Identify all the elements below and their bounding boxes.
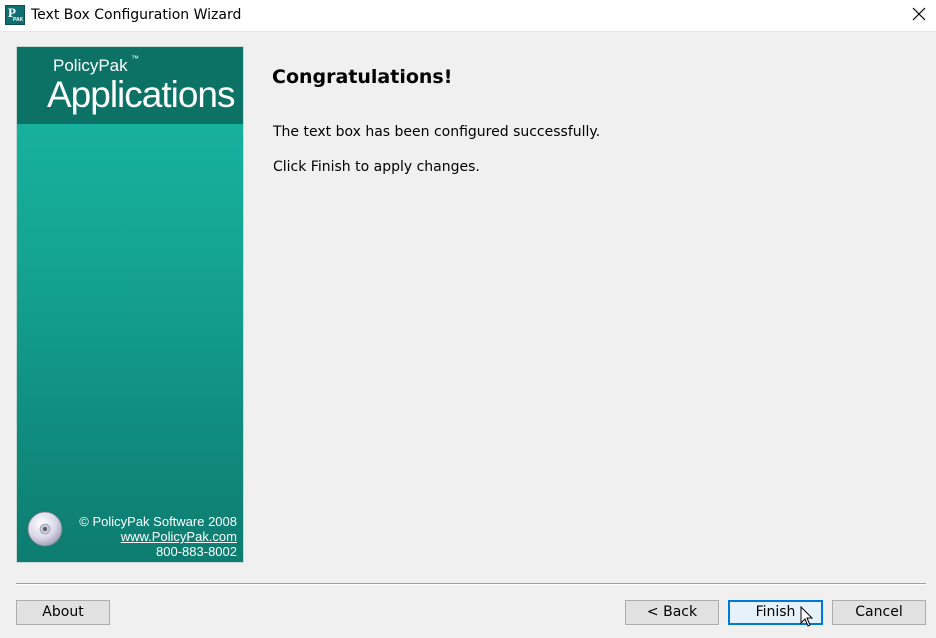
instruction-message: Click Finish to apply changes. bbox=[273, 159, 480, 175]
cd-icon bbox=[27, 511, 63, 547]
banner-header: PolicyPak ™ Applications bbox=[17, 47, 243, 124]
wizard-banner-image: PolicyPak ™ Applications © PolicyPak Sof… bbox=[16, 46, 244, 563]
website-link: www.PolicyPak.com bbox=[120, 529, 237, 544]
about-button[interactable]: About bbox=[16, 600, 110, 625]
brand-trademark: ™ bbox=[131, 54, 139, 63]
app-icon: P PAK bbox=[5, 5, 25, 25]
window-title: Text Box Configuration Wizard bbox=[31, 7, 242, 23]
footer-separator bbox=[16, 583, 926, 585]
page-heading: Congratulations! bbox=[272, 66, 453, 88]
close-icon bbox=[912, 7, 926, 21]
copyright-text: © PolicyPak Software 2008 bbox=[79, 514, 237, 529]
mouse-cursor-icon bbox=[800, 606, 814, 627]
close-button[interactable] bbox=[904, 4, 934, 26]
app-icon-subtext: PAK bbox=[13, 17, 24, 23]
back-button[interactable]: < Back bbox=[625, 600, 719, 625]
brand-name: PolicyPak bbox=[53, 56, 128, 75]
product-name: Applications bbox=[47, 74, 236, 115]
wizard-window: P PAK Text Box Configuration Wizard Poli… bbox=[0, 0, 936, 638]
title-bar: P PAK Text Box Configuration Wizard bbox=[0, 0, 936, 32]
cancel-button[interactable]: Cancel bbox=[832, 600, 926, 625]
phone-number: 800-883-8002 bbox=[156, 544, 237, 559]
success-message: The text box has been configured success… bbox=[273, 124, 601, 140]
banner-footer: © PolicyPak Software 2008 www.PolicyPak.… bbox=[79, 514, 237, 559]
